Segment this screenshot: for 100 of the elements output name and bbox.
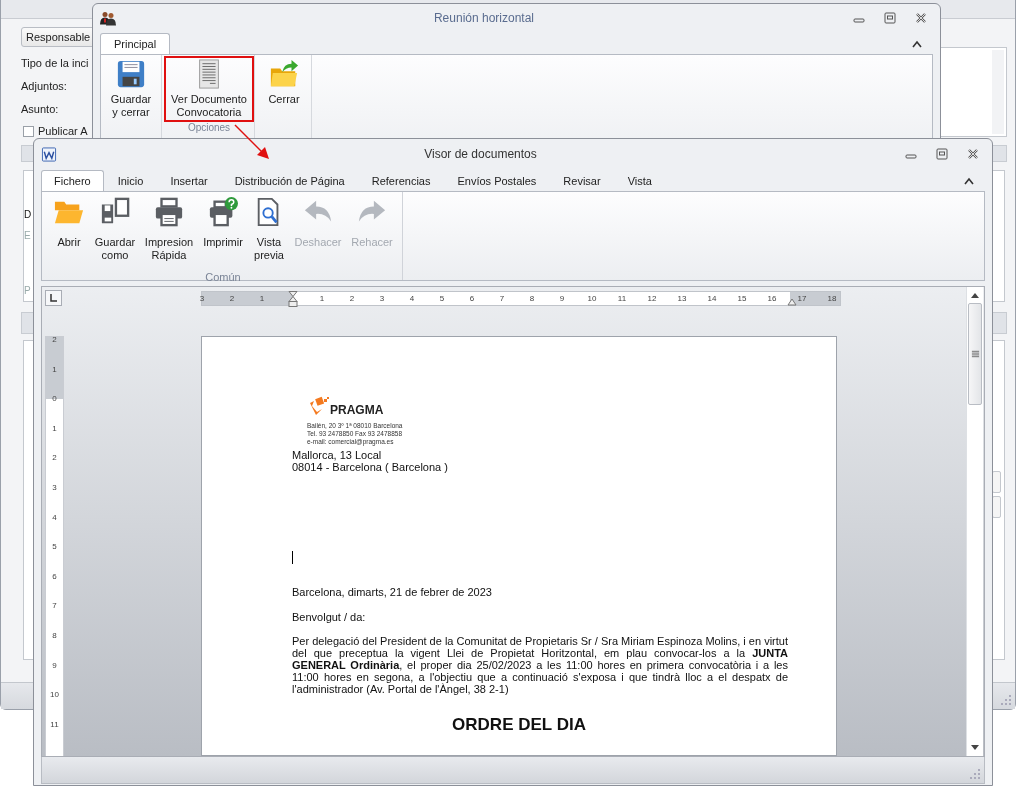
ruler-number: 4 (51, 512, 58, 522)
ribbon-button[interactable]: Abrir (46, 192, 92, 266)
ribbon-button[interactable]: Imprimir (200, 192, 246, 266)
ribbon-button[interactable]: Impresion Rápida (138, 192, 200, 266)
ruler-number: 15 (736, 293, 748, 304)
ruler-number: 5 (51, 542, 58, 552)
ribbon-button[interactable]: Ver Documento Convocatoria (164, 56, 254, 122)
address-line: 08014 - Barcelona ( Barcelona ) (292, 461, 448, 473)
group-label: Común (205, 271, 241, 283)
scrollbar[interactable] (966, 287, 983, 756)
collapse-ribbon-icon[interactable] (912, 40, 922, 48)
ruler-number: 3 (51, 483, 58, 492)
collapse-ribbon-icon[interactable] (964, 177, 974, 185)
ruler-number: 10 (49, 690, 60, 700)
text-cursor (292, 551, 293, 564)
address-line: Mallorca, 13 Local (292, 449, 382, 461)
button-label: Ver Documento Convocatoria (170, 93, 248, 119)
ruler-number: 2 (228, 293, 236, 304)
window-title: Visor de documentos (423, 147, 538, 161)
ribbon-button[interactable]: Guardar y cerrar (101, 56, 161, 122)
ruler-number: 17 (796, 293, 808, 304)
button-label: Deshacer (294, 236, 342, 249)
ruler-number: 0 (51, 394, 58, 404)
ruler-number: 18 (826, 293, 838, 304)
ribbon-tab[interactable]: Distribución de Página (221, 170, 358, 191)
field-label: P (24, 285, 31, 296)
button-label: Cerrar (268, 93, 300, 106)
form-label: Adjuntos: (21, 79, 67, 93)
close-icon[interactable] (966, 147, 980, 161)
indent-marker-icon[interactable] (288, 290, 298, 309)
ribbon-button[interactable]: Vista previa (246, 192, 292, 266)
button-label: Guardar y cerrar (109, 93, 153, 119)
ribbon-tab[interactable]: Envíos Postales (444, 170, 550, 191)
ruler-number: 1 (51, 423, 58, 433)
ribbon-button[interactable]: Cerrar (257, 56, 311, 109)
printer-help-icon (208, 197, 238, 227)
ruler-number: 7 (498, 293, 506, 304)
ribbon-tab[interactable]: Fichero (41, 170, 104, 191)
ribbon-tab[interactable]: Inicio (104, 170, 157, 191)
ruler-number: 9 (51, 660, 58, 670)
resize-grip-icon[interactable] (970, 769, 980, 779)
ruler-number: 13 (676, 293, 688, 304)
indent-marker-icon[interactable] (787, 298, 797, 306)
ribbon-tab[interactable]: Revisar (550, 170, 614, 191)
button-label: Rehacer (351, 236, 393, 249)
scroll-up-icon[interactable] (970, 292, 980, 298)
ruler-number: 9 (558, 293, 566, 304)
ribbon-button[interactable]: Guardar como (92, 192, 138, 266)
ruler-number: 12 (646, 293, 658, 304)
ribbon-tab[interactable]: Principal (100, 33, 171, 54)
checkbox-label: Publicar A (38, 125, 88, 137)
ruler-number: 8 (528, 293, 536, 304)
ruler-number: 14 (706, 293, 718, 304)
date-line: Barcelona, dimarts, 21 de febrer de 2023 (292, 586, 492, 598)
button-label: Vista previa (253, 236, 285, 262)
ruler-number: 7 (51, 601, 58, 611)
resize-grip-icon[interactable] (1001, 695, 1011, 705)
ruler-number: 2 (51, 335, 58, 344)
word-document-icon (41, 146, 57, 162)
ruler-number: 8 (51, 631, 58, 640)
close-icon[interactable] (914, 11, 928, 25)
maximize-icon[interactable] (883, 11, 897, 25)
body-paragraph: Per delegació del President de la Comunitat de Propietaris Sr / Sra Miriam Espinoza Molins, i en virtut del que preceptua la vigent Llei de Propietat Horitzontal, em plau convocar-los a la JUNTA GENERAL Ordinària, el proper dia 25/02/2023 a les 11:00 hores en primera convocatòria i a les 11:00 hores en segona, a l'objectiu que a continuació s'exposa i que tindrà lloc a el despatx de l'administrador (Av. Portal de l'Àngel, 38 2-1) (292, 635, 788, 695)
checkbox[interactable] (23, 125, 34, 137)
ruler-number: 11 (49, 719, 60, 729)
greeting-text: Benvolgut / da: (292, 611, 366, 623)
ruler-number: 1 (318, 293, 326, 304)
field-label: D (24, 209, 32, 220)
scroll-down-icon[interactable] (970, 745, 980, 751)
heading-text: ORDRE DEL DIA (452, 715, 586, 735)
tab-stop-icon[interactable] (45, 290, 62, 306)
button-label: Impresion Rápida (143, 236, 195, 262)
form-label: Asunto: (21, 102, 59, 116)
ruler-number: 6 (51, 571, 58, 581)
ruler-number: 1 (258, 293, 266, 304)
ribbon-tab[interactable]: Referencias (358, 170, 444, 191)
maximize-icon[interactable] (935, 147, 949, 161)
window-title: Reunión horizontal (432, 11, 536, 25)
field-label: E (24, 230, 31, 241)
logo-mark-icon (307, 395, 329, 417)
group-label: Opciones (187, 122, 231, 133)
ruler-number: 3 (198, 293, 206, 304)
ruler-number: 2 (348, 293, 356, 304)
button-label: Imprimir (203, 236, 243, 249)
ruler-number: 10 (586, 293, 598, 304)
people-icon (100, 10, 116, 26)
button-label: Guardar como (94, 236, 136, 262)
ruler-number: 4 (408, 293, 416, 304)
ribbon-tab[interactable]: Insertar (157, 170, 221, 191)
ruler-number: 5 (438, 293, 446, 304)
ruler-number: 2 (51, 453, 58, 463)
ruler-number: 1 (51, 364, 58, 374)
logo-text: PRAGMA (330, 404, 384, 417)
button-label: Abrir (57, 236, 81, 249)
ruler-number: 11 (616, 293, 628, 304)
scroll-thumb[interactable] (968, 303, 982, 405)
form-label: Tipo de la inci (21, 56, 89, 70)
ruler-number: 16 (766, 293, 778, 304)
ribbon-tab[interactable]: Vista (614, 170, 665, 191)
folder-arrow-icon (269, 59, 299, 89)
